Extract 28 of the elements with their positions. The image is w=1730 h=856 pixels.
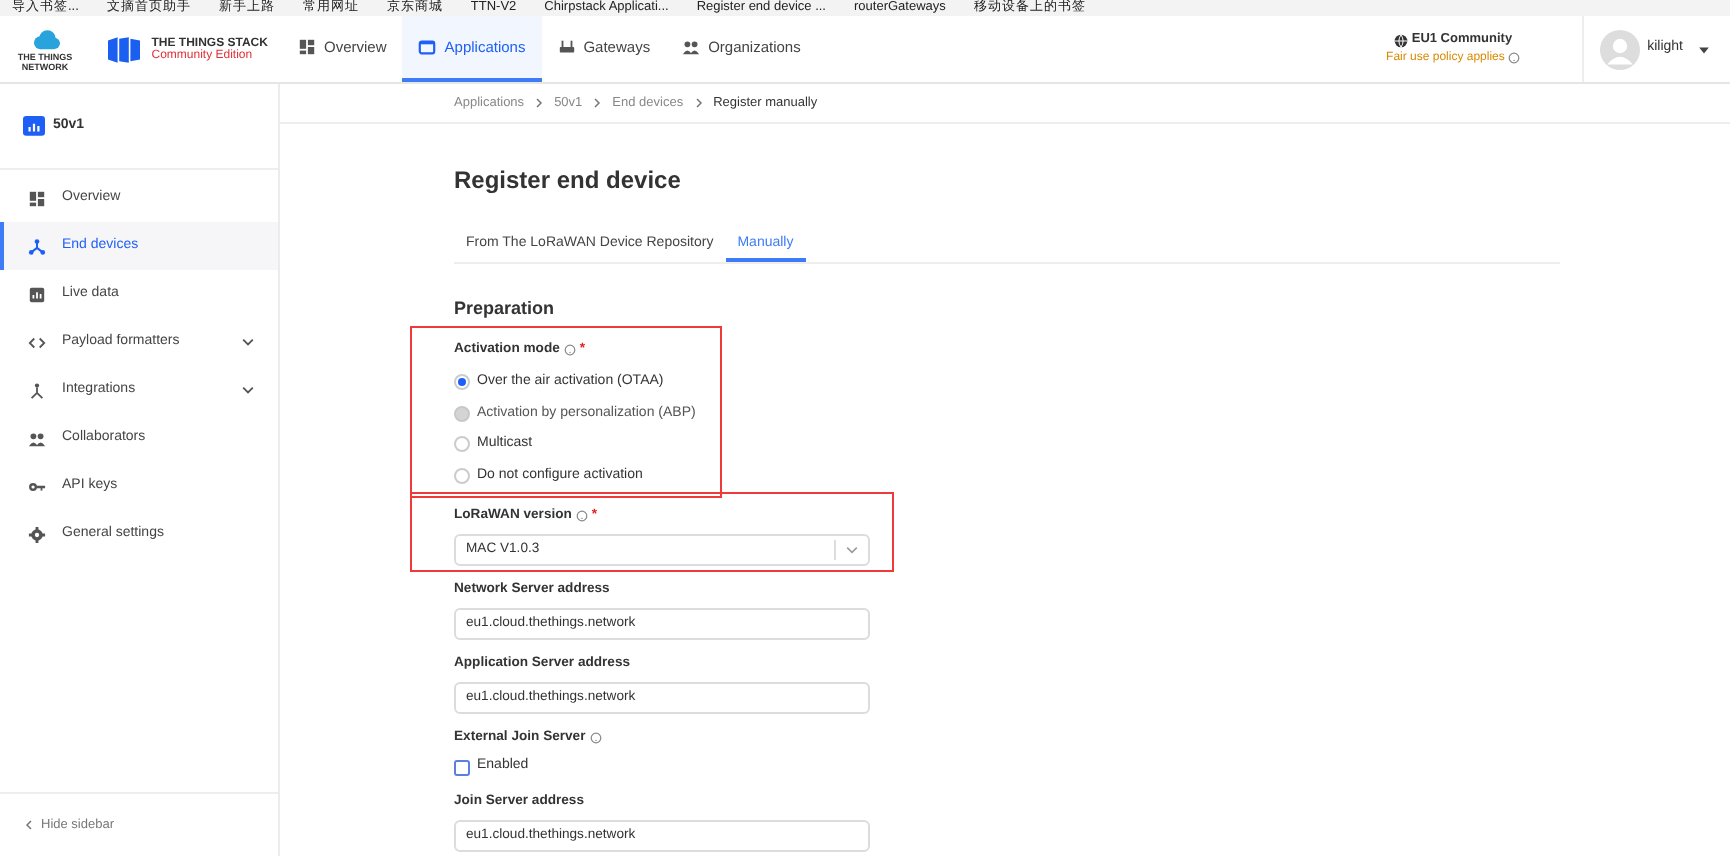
avatar-icon [1600, 29, 1641, 69]
chevron-right-icon [534, 98, 545, 108]
chevron-down-icon [846, 543, 858, 556]
radio-button[interactable] [454, 374, 470, 391]
chevron-right-icon [693, 98, 704, 108]
chevron-right-icon [592, 98, 603, 108]
key-icon [28, 477, 46, 495]
chevron-left-icon [24, 820, 34, 830]
help-icon [1508, 52, 1521, 65]
window-icon [418, 38, 437, 56]
nodes-icon [28, 237, 46, 255]
people-icon [28, 429, 46, 447]
section-title: Preparation [454, 296, 557, 322]
grid-icon [298, 38, 316, 56]
fork-icon [28, 381, 46, 399]
settings-icon [28, 525, 46, 543]
code-icon [28, 333, 46, 351]
radio-button[interactable] [454, 467, 470, 484]
people-icon [682, 38, 701, 56]
grid-icon [28, 189, 46, 207]
caret-icon [1698, 43, 1710, 55]
page-title: Register end device [454, 164, 683, 198]
checkbox[interactable] [454, 759, 470, 776]
router-icon [557, 38, 576, 56]
app-logo-icon [22, 115, 46, 137]
globe-icon [1394, 33, 1409, 47]
radio-button[interactable] [454, 436, 470, 453]
chart-icon [28, 285, 46, 303]
